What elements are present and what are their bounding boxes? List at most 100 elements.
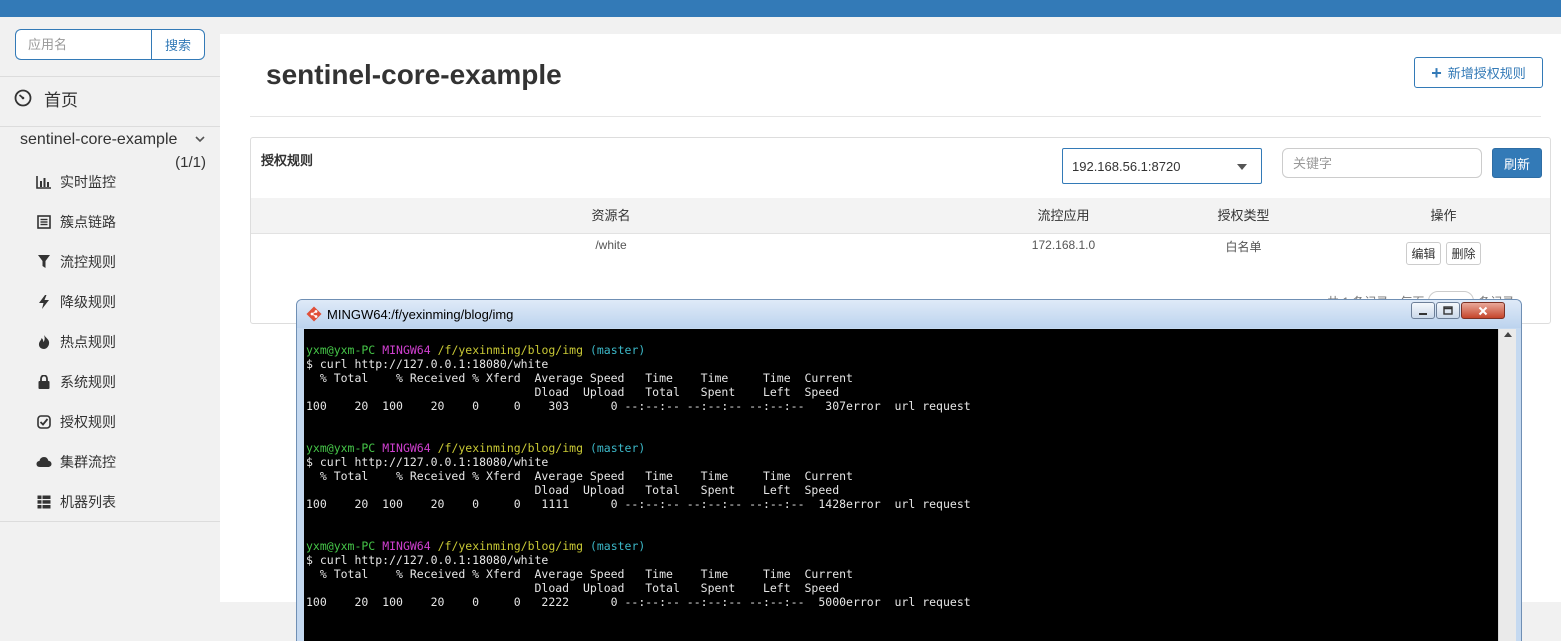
add-auth-rule-label: 新增授权规则 bbox=[1447, 66, 1526, 81]
check-square-icon bbox=[36, 414, 52, 430]
prompt-user: yxm@yxm-PC bbox=[306, 539, 376, 553]
refresh-button[interactable]: 刷新 bbox=[1492, 148, 1542, 178]
terminal-command: $ curl http://127.0.0.1:18080/white bbox=[306, 455, 549, 469]
sidebar-item-label: 集群流控 bbox=[60, 454, 116, 470]
terminal-header-1: % Total % Received % Xferd Average Speed… bbox=[306, 567, 853, 581]
sidebar-divider bbox=[0, 126, 220, 127]
prompt-shell: MINGW64 bbox=[382, 539, 431, 553]
machine-select[interactable]: 192.168.56.1:8720 bbox=[1062, 148, 1262, 184]
cloud-icon bbox=[36, 454, 52, 470]
prompt-branch: (master) bbox=[589, 441, 646, 455]
cell-resource: /white bbox=[595, 238, 627, 252]
terminal-text: yxm@yxm-PC MINGW64 /f/yexinming/blog/img… bbox=[306, 343, 971, 609]
sidebar-item-label: 实时监控 bbox=[60, 174, 116, 190]
minimize-icon bbox=[1419, 312, 1427, 315]
column-header-actions: 操作 bbox=[1430, 208, 1457, 223]
app-search-input[interactable] bbox=[15, 29, 151, 60]
terminal-result: 100 20 100 20 0 0 1111 0 --:--:-- --:--:… bbox=[306, 497, 971, 511]
maximize-button[interactable] bbox=[1436, 302, 1460, 319]
plus-icon: + bbox=[1431, 62, 1442, 83]
prompt-user: yxm@yxm-PC bbox=[306, 441, 376, 455]
machine-select-value: 192.168.56.1:8720 bbox=[1072, 159, 1181, 174]
sidebar-item-auth-rules[interactable]: 授权规则 bbox=[36, 412, 116, 432]
terminal-titlebar[interactable]: MINGW64:/f/yexinming/blog/img bbox=[297, 300, 1521, 328]
scroll-up-arrow-icon[interactable] bbox=[1504, 332, 1512, 337]
terminal-command: $ curl http://127.0.0.1:18080/white bbox=[306, 553, 549, 567]
delete-button[interactable]: 删除 bbox=[1446, 242, 1481, 265]
maximize-icon bbox=[1443, 305, 1453, 315]
sidebar-item-label: 簇点链路 bbox=[60, 214, 116, 230]
sidebar-item-label: 热点规则 bbox=[60, 334, 116, 350]
prompt-user: yxm@yxm-PC bbox=[306, 343, 376, 357]
sidebar-item-home-label: 首页 bbox=[44, 90, 78, 110]
lock-icon bbox=[36, 374, 52, 390]
terminal-title: MINGW64:/f/yexinming/blog/img bbox=[327, 307, 514, 322]
close-icon bbox=[1478, 306, 1488, 315]
cell-auth-type: 白名单 bbox=[1225, 240, 1262, 254]
terminal-header-2: Dload Upload Total Spent Left Speed bbox=[306, 385, 840, 399]
chevron-down-icon[interactable] bbox=[194, 133, 206, 145]
sidebar-item-cluster-flow[interactable]: 集群流控 bbox=[36, 452, 116, 472]
app-search: 搜索 bbox=[15, 29, 205, 60]
sidebar: 搜索 首页 sentinel-core-example (1/1) 实时监控 簇… bbox=[0, 17, 220, 641]
prompt-path: /f/yexinming/blog/img bbox=[437, 539, 583, 553]
auth-rules-panel: 授权规则 192.168.56.1:8720 刷新 资源名 流控应用 授权类型 … bbox=[250, 137, 1551, 324]
terminal-header-2: Dload Upload Total Spent Left Speed bbox=[306, 581, 840, 595]
add-auth-rule-button[interactable]: + 新增授权规则 bbox=[1414, 57, 1543, 88]
terminal-result: 100 20 100 20 0 0 2222 0 --:--:-- --:--:… bbox=[306, 595, 971, 609]
sidebar-item-flow-rules[interactable]: 流控规则 bbox=[36, 252, 116, 272]
top-nav-bar bbox=[0, 0, 1561, 17]
sidebar-item-home[interactable]: 首页 bbox=[14, 87, 78, 110]
sidebar-item-system-rules[interactable]: 系统规则 bbox=[36, 372, 116, 392]
sidebar-item-label: 降级规则 bbox=[60, 294, 116, 310]
keyword-input[interactable] bbox=[1282, 148, 1482, 178]
prompt-shell: MINGW64 bbox=[382, 441, 431, 455]
page-title: sentinel-core-example bbox=[266, 59, 562, 90]
sidebar-item-degrade-rules[interactable]: 降级规则 bbox=[36, 292, 116, 312]
prompt-path: /f/yexinming/blog/img bbox=[437, 343, 583, 357]
sidebar-divider bbox=[0, 76, 220, 77]
terminal-header-2: Dload Upload Total Spent Left Speed bbox=[306, 483, 840, 497]
panel-title: 授权规则 bbox=[261, 153, 314, 168]
sidebar-item-label: 授权规则 bbox=[60, 414, 116, 430]
edit-button[interactable]: 编辑 bbox=[1406, 242, 1441, 265]
table-row: /white 172.168.1.0 白名单 编辑 删除 bbox=[251, 234, 1550, 270]
prompt-path: /f/yexinming/blog/img bbox=[437, 441, 583, 455]
close-button[interactable] bbox=[1461, 302, 1505, 319]
th-list-icon bbox=[36, 494, 52, 510]
cell-app: 172.168.1.0 bbox=[1031, 238, 1096, 252]
column-header-auth-type: 授权类型 bbox=[1217, 208, 1270, 223]
sidebar-app-count: (1/1) bbox=[175, 154, 206, 171]
minimize-button[interactable] bbox=[1411, 302, 1435, 319]
sidebar-divider bbox=[0, 521, 220, 522]
title-divider bbox=[250, 116, 1541, 117]
sidebar-item-label: 流控规则 bbox=[60, 254, 116, 270]
terminal-result: 100 20 100 20 0 0 303 0 --:--:-- --:--:-… bbox=[306, 399, 971, 413]
list-icon bbox=[36, 214, 52, 230]
app-search-button[interactable]: 搜索 bbox=[151, 29, 205, 60]
git-icon bbox=[306, 306, 322, 322]
sidebar-app-name[interactable]: sentinel-core-example bbox=[20, 131, 177, 149]
terminal-command: $ curl http://127.0.0.1:18080/white bbox=[306, 357, 549, 371]
dashboard-icon bbox=[14, 89, 32, 107]
fire-icon bbox=[36, 334, 52, 350]
sidebar-item-label: 机器列表 bbox=[60, 494, 116, 510]
prompt-branch: (master) bbox=[589, 343, 646, 357]
filter-icon bbox=[36, 254, 52, 270]
column-header-app: 流控应用 bbox=[1037, 208, 1090, 223]
prompt-shell: MINGW64 bbox=[382, 343, 431, 357]
terminal-scrollbar[interactable] bbox=[1498, 329, 1516, 641]
bar-chart-icon bbox=[36, 174, 52, 190]
terminal-window: MINGW64:/f/yexinming/blog/img yxm@yxm-PC… bbox=[296, 299, 1522, 641]
table-header: 资源名 流控应用 授权类型 操作 bbox=[251, 198, 1550, 234]
sidebar-item-machine-list[interactable]: 机器列表 bbox=[36, 492, 116, 512]
terminal-header-1: % Total % Received % Xferd Average Speed… bbox=[306, 371, 853, 385]
sidebar-item-hotspot-rules[interactable]: 热点规则 bbox=[36, 332, 116, 352]
sidebar-item-cluster-link[interactable]: 簇点链路 bbox=[36, 212, 116, 232]
terminal-header-1: % Total % Received % Xferd Average Speed… bbox=[306, 469, 853, 483]
column-header-resource: 资源名 bbox=[591, 208, 631, 223]
caret-down-icon bbox=[1237, 164, 1247, 170]
sidebar-item-label: 系统规则 bbox=[60, 374, 116, 390]
terminal-output[interactable]: yxm@yxm-PC MINGW64 /f/yexinming/blog/img… bbox=[304, 329, 1498, 641]
sidebar-item-realtime-monitor[interactable]: 实时监控 bbox=[36, 172, 116, 192]
